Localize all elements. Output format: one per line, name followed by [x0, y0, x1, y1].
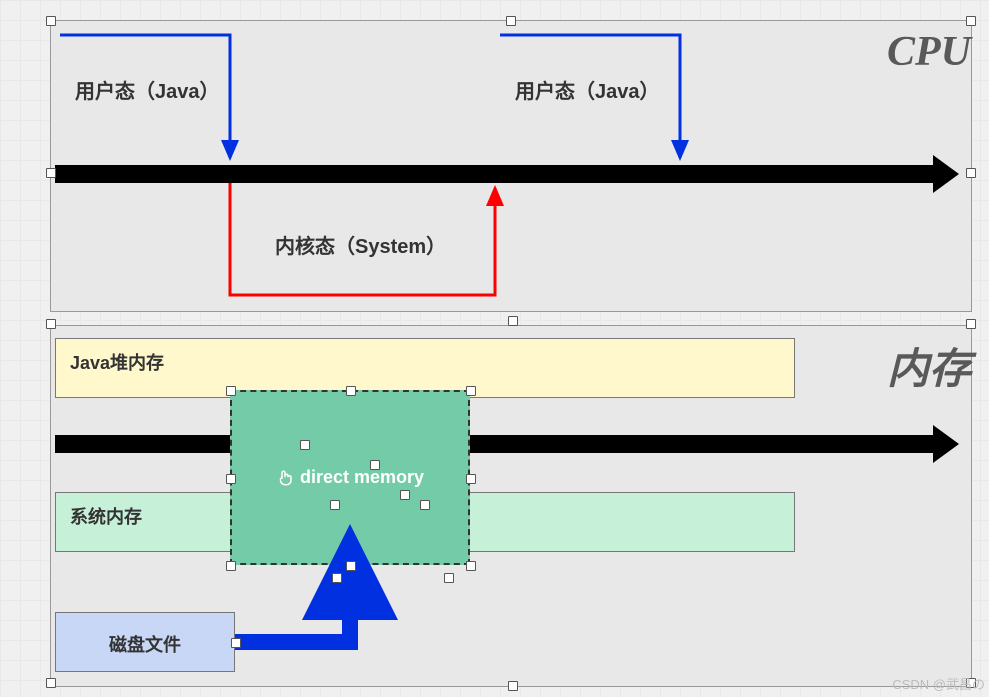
selection-handle[interactable]: [46, 678, 56, 688]
user-mode-label-1: 用户态（Java）: [75, 75, 220, 104]
selection-handle[interactable]: [346, 561, 356, 571]
selection-handle[interactable]: [508, 681, 518, 691]
selection-handle[interactable]: [508, 316, 518, 326]
direct-memory-label: direct memory: [300, 467, 424, 488]
selection-handle[interactable]: [346, 386, 356, 396]
user-mode-label-2: 用户态（Java）: [515, 75, 660, 104]
disk-file-box[interactable]: 磁盘文件: [55, 612, 235, 672]
selection-handle[interactable]: [46, 168, 56, 178]
selection-handle[interactable]: [400, 490, 410, 500]
selection-handle[interactable]: [420, 500, 430, 510]
selection-handle[interactable]: [466, 386, 476, 396]
kernel-mode-label: 内核态（System）: [275, 230, 446, 259]
selection-handle[interactable]: [226, 561, 236, 571]
selection-handle[interactable]: [226, 474, 236, 484]
cpu-timeline-arrow: [55, 165, 933, 183]
selection-handle[interactable]: [46, 319, 56, 329]
selection-handle[interactable]: [506, 16, 516, 26]
selection-handle[interactable]: [966, 319, 976, 329]
selection-handle[interactable]: [46, 16, 56, 26]
selection-handle[interactable]: [466, 561, 476, 571]
java-heap-box[interactable]: Java堆内存: [55, 338, 795, 398]
direct-memory-box[interactable]: direct memory: [230, 390, 470, 565]
selection-handle[interactable]: [370, 460, 380, 470]
selection-handle[interactable]: [444, 573, 454, 583]
selection-handle[interactable]: [966, 168, 976, 178]
selection-handle[interactable]: [466, 474, 476, 484]
hand-cursor-icon: [276, 469, 294, 487]
cpu-title: CPU: [887, 28, 971, 76]
selection-handle[interactable]: [332, 573, 342, 583]
selection-handle[interactable]: [966, 16, 976, 26]
selection-handle[interactable]: [231, 638, 241, 648]
memory-timeline-arrow: [55, 435, 933, 453]
selection-handle[interactable]: [330, 500, 340, 510]
selection-handle[interactable]: [300, 440, 310, 450]
selection-handle[interactable]: [226, 386, 236, 396]
watermark: CSDN @武昌の: [892, 674, 985, 693]
memory-title: 内存: [887, 335, 971, 396]
